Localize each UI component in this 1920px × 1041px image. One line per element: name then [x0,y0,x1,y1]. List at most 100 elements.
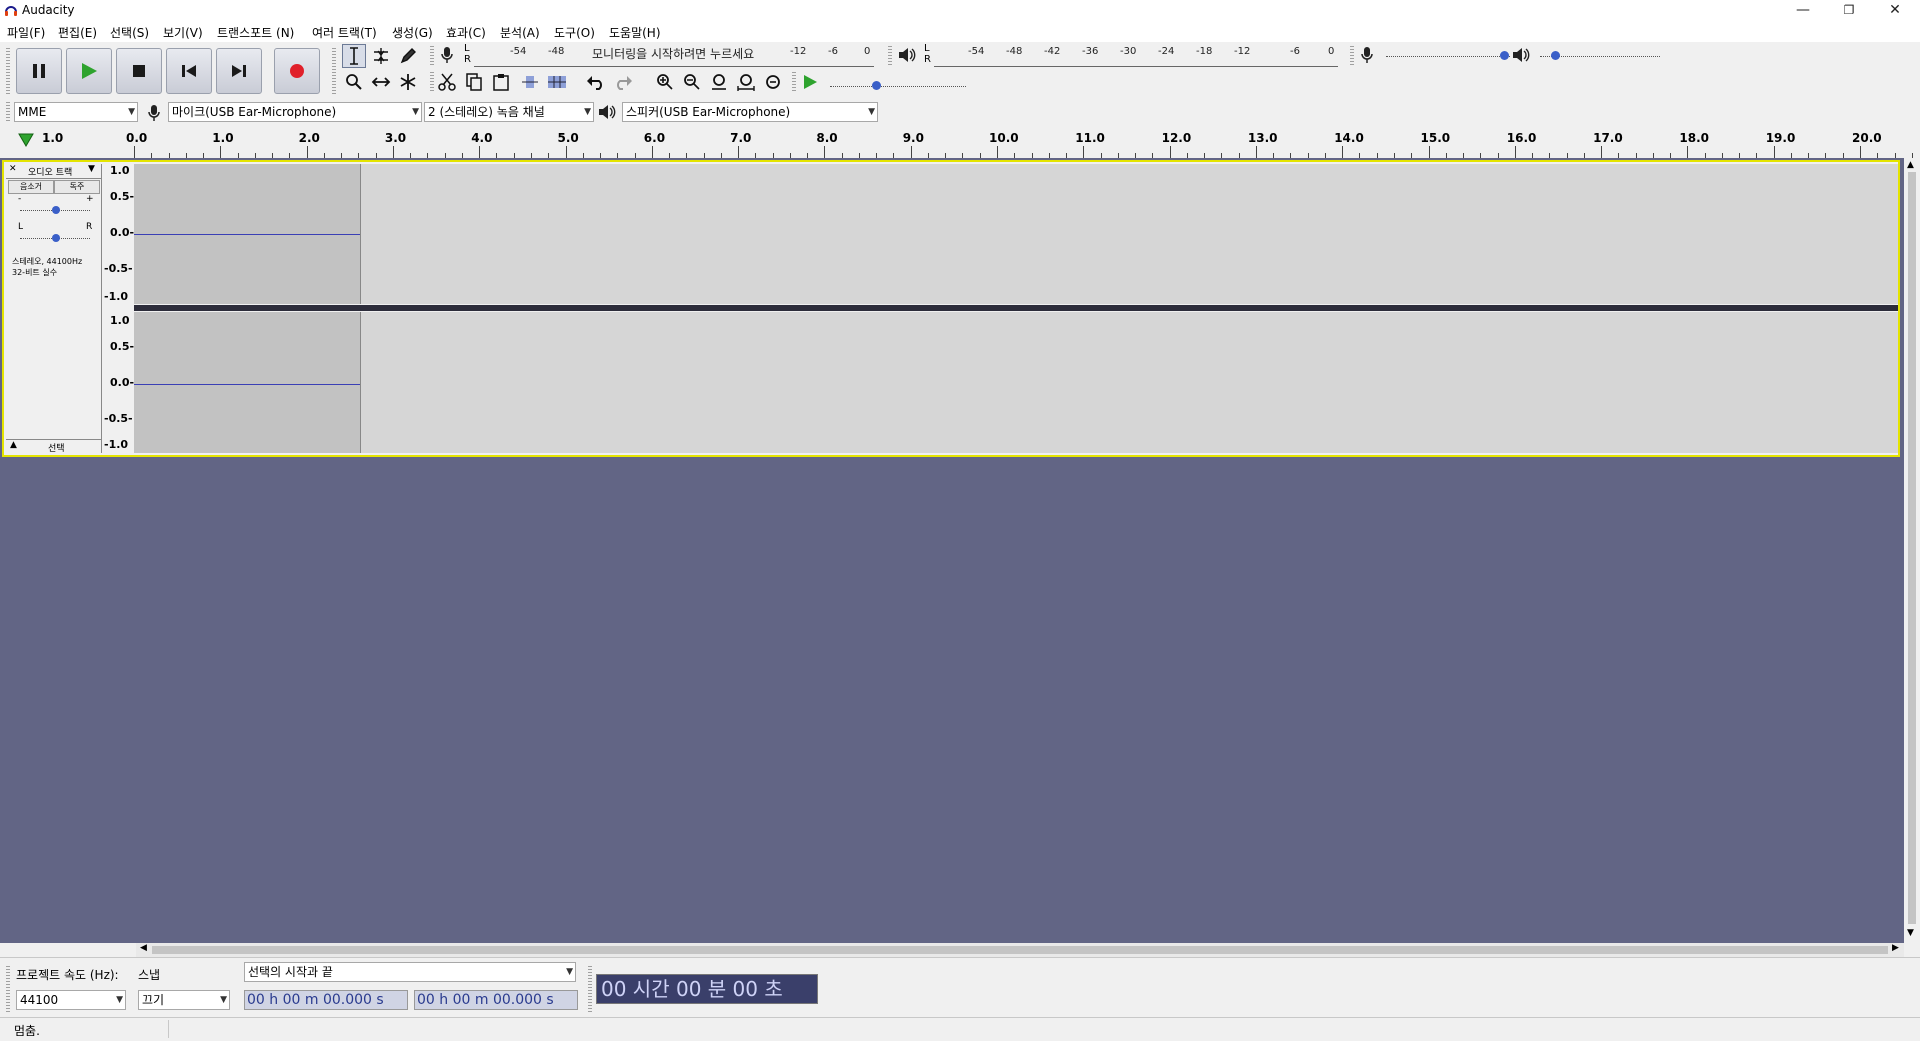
select-track-button[interactable]: 선택 [48,441,65,454]
toolbar-grip[interactable] [6,964,10,1012]
undo-icon[interactable] [586,73,606,91]
skip-to-end-button[interactable] [216,48,262,94]
track-info: 스테레오, 44100Hz 32-비트 실수 [12,256,82,278]
menu-effect[interactable]: 효과(C) [446,24,486,41]
record-volume-slider[interactable] [1386,56,1510,57]
play-at-speed-icon[interactable] [802,74,818,90]
vertical-scale[interactable]: 1.0 0.5- 0.0- -0.5- -1.0 1.0 0.5- 0.0- -… [102,164,134,453]
recording-channels-select[interactable]: 2 (스테레오) 녹음 채널 ▼ [424,102,594,122]
scroll-left-icon[interactable]: ◀ [140,943,147,953]
timeline-ruler[interactable]: 1.0 0.0 1.0 2.0 3.0 4.0 5.0 6.0 7.0 8.0 9.0 10.0 11… [0,128,1920,159]
playback-speed-slider[interactable] [830,86,966,87]
selection-start-time[interactable]: 00 h 00 m 00.000 s [244,990,408,1010]
recording-device-select[interactable]: 마이크(USB Ear-Microphone) ▼ [168,102,422,122]
audio-position-display[interactable]: 00 시간 00 분 00 초 [596,974,818,1004]
menu-file[interactable]: 파일(F) [7,24,45,41]
restore-button[interactable]: ❐ [1826,0,1872,22]
menu-tools[interactable]: 도구(O) [554,24,595,41]
silence-audio-icon[interactable] [547,73,567,91]
scroll-down-icon[interactable]: ▼ [1907,928,1914,938]
track-menu-chevron-icon[interactable]: ▼ [88,164,95,174]
meter-r-label: R [464,54,471,65]
toolbar-grip[interactable] [6,46,10,96]
project-rate-select[interactable]: 44100 ▼ [16,990,126,1010]
track-area[interactable]: ✕ 오디오 트랙 ▼ 음소거 독주 - + L R 스테레오, 44100Hz … [0,158,1904,943]
toolbar-grip[interactable] [588,964,592,1012]
playback-meter[interactable]: -54 -48 -42 -36 -30 -24 -18 -12 -6 0 [934,46,1338,67]
microphone-icon[interactable] [440,46,454,64]
zoom-tool-button[interactable] [342,70,366,94]
collapse-track-icon[interactable]: ▲ [10,440,17,450]
toolbar-grip[interactable] [332,46,336,96]
zoom-toggle-icon[interactable] [764,73,782,91]
selection-mode-select[interactable]: 선택의 시작과 끝 ▼ [244,962,576,982]
slider-thumb[interactable] [1551,51,1560,60]
menu-transport[interactable]: 트랜스포트 (N) [217,24,294,41]
record-meter[interactable]: -54 -48 모니터링을 시작하려면 누르세요 -12 -6 0 [474,46,874,67]
draw-tool-button[interactable] [396,44,420,68]
menu-analyze[interactable]: 분석(A) [500,24,540,41]
toolbar-grip[interactable] [1350,44,1354,66]
skip-to-start-button[interactable] [166,48,212,94]
menu-select[interactable]: 선택(S) [110,24,149,41]
waveform-channel-left[interactable] [134,164,1898,304]
multi-tool-button[interactable] [396,70,420,94]
minimize-button[interactable]: — [1780,0,1826,22]
toolbar-grip[interactable] [6,100,10,122]
toolbar-grip[interactable] [430,44,434,66]
pause-button[interactable] [16,48,62,94]
mute-button[interactable]: 음소거 [8,180,54,194]
ruler-label: 12.0 [1161,131,1192,145]
timeshift-tool-button[interactable] [369,70,393,94]
envelope-tool-button[interactable] [369,44,393,68]
scroll-right-icon[interactable]: ▶ [1892,943,1899,953]
toolbar-grip[interactable] [888,44,892,66]
stop-button[interactable] [116,48,162,94]
slider-thumb[interactable] [1500,51,1509,60]
slider-thumb[interactable] [52,234,60,242]
zoom-out-icon[interactable] [683,73,701,91]
playback-device-select[interactable]: 스피커(USB Ear-Microphone) ▼ [622,102,878,122]
redo-icon[interactable] [613,73,633,91]
trim-audio-icon[interactable] [520,73,540,91]
slider-thumb[interactable] [52,206,60,214]
waveform-channel-right[interactable] [134,312,1898,453]
menu-view[interactable]: 보기(V) [163,24,203,41]
audio-host-select[interactable]: MME ▼ [14,102,138,122]
scroll-thumb[interactable] [1908,172,1916,924]
chevron-down-icon: ▼ [566,967,573,977]
record-button[interactable] [274,48,320,94]
toolbar-grip[interactable] [430,70,434,92]
menu-tracks[interactable]: 여러 트랙(T) [312,24,377,41]
scroll-up-icon[interactable]: ▲ [1907,160,1914,170]
selection-end-time[interactable]: 00 h 00 m 00.000 s [414,990,578,1010]
menu-generate[interactable]: 생성(G) [392,24,433,41]
horizontal-scrollbar[interactable]: ◀ ▶ [136,943,1904,957]
solo-button[interactable]: 독주 [54,180,100,194]
menu-edit[interactable]: 편집(E) [58,24,97,41]
menu-help[interactable]: 도움말(H) [609,24,661,41]
paste-icon[interactable] [492,73,510,91]
selection-tool-button[interactable] [342,44,366,68]
play-head-icon[interactable] [18,132,34,148]
toolbar-grip[interactable] [792,70,796,92]
close-window-button[interactable]: ✕ [1872,0,1918,22]
fit-selection-icon[interactable] [710,73,728,91]
audio-clip[interactable] [134,312,361,453]
play-button[interactable] [66,48,112,94]
zoom-in-icon[interactable] [656,73,674,91]
pencil-icon [400,48,416,64]
cut-icon[interactable] [438,73,456,91]
copy-icon[interactable] [465,73,483,91]
close-track-icon[interactable]: ✕ [9,164,17,174]
scroll-thumb[interactable] [152,946,1888,954]
meter-l-label: L [464,43,470,54]
monitor-prompt[interactable]: 모니터링을 시작하려면 누르세요 [592,45,754,62]
speaker-icon[interactable] [898,46,916,64]
fit-project-icon[interactable] [737,73,755,91]
slider-thumb[interactable] [872,81,881,90]
audio-track[interactable]: ✕ 오디오 트랙 ▼ 음소거 독주 - + L R 스테레오, 44100Hz … [2,160,1900,457]
vertical-scrollbar[interactable]: ▲ ▼ [1904,158,1920,943]
track-name[interactable]: 오디오 트랙 [28,165,72,178]
snap-select[interactable]: 끄기 ▼ [138,990,230,1010]
